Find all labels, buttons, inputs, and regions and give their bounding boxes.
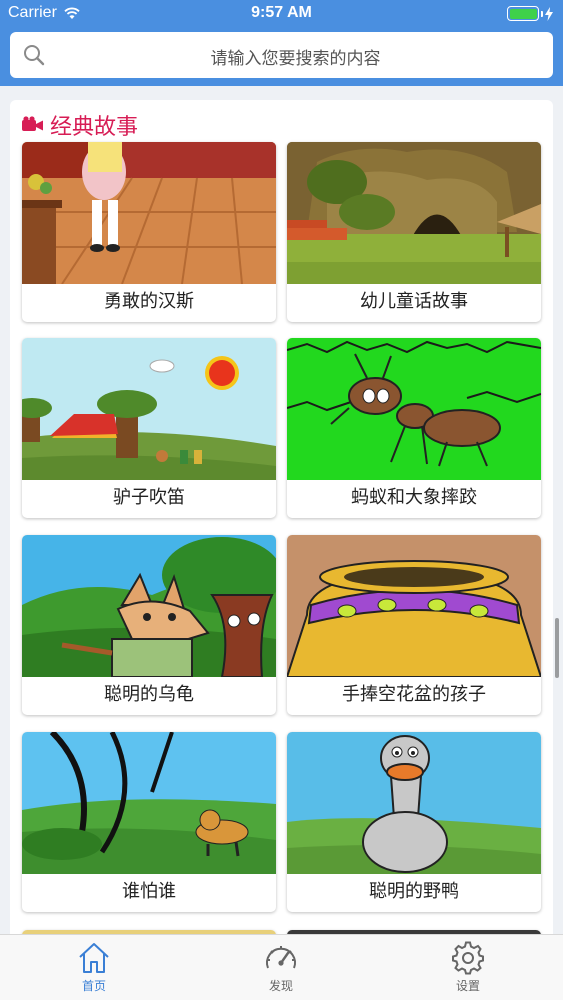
tab-settings[interactable]: 设置 [408, 941, 528, 999]
tab-label: 首页 [81, 979, 106, 993]
tab-discover[interactable]: 发现 [221, 941, 341, 999]
story-thumbnail [287, 142, 541, 284]
story-title: 手捧空花盆的孩子 [342, 684, 486, 705]
tab-label: 发现 [268, 979, 293, 993]
search-input[interactable]: 请输入您要搜索的内容 [58, 44, 533, 69]
classic-stories-section: 经典故事 勇敢的汉斯 幼儿童话故事 驴子吹笛 蚂蚁和大象摔跤 聪明的乌龟 手捧空… [10, 100, 553, 934]
video-camera-icon [22, 116, 43, 131]
gear-icon [452, 941, 484, 975]
story-title: 聪明的乌龟 [104, 684, 194, 705]
content-area[interactable]: 经典故事 勇敢的汉斯 幼儿童话故事 驴子吹笛 蚂蚁和大象摔跤 聪明的乌龟 手捧空… [0, 86, 563, 934]
story-tile[interactable]: 聪明的乌龟 [22, 535, 276, 715]
story-tile[interactable]: 蚂蚁和大象摔跤 [287, 338, 541, 518]
search-icon [24, 45, 45, 66]
story-thumbnail [22, 338, 276, 480]
home-icon [79, 943, 109, 973]
tab-label: 设置 [455, 979, 480, 993]
story-tile[interactable]: 勇敢的汉斯 [22, 142, 276, 322]
story-thumbnail [287, 732, 541, 874]
story-title: 谁怕谁 [122, 881, 176, 902]
story-title: 蚂蚁和大象摔跤 [351, 487, 477, 508]
story-thumbnail [22, 535, 276, 677]
section-header: 经典故事 [22, 110, 138, 140]
story-title: 勇敢的汉斯 [104, 291, 194, 312]
story-tile[interactable]: 驴子吹笛 [22, 338, 276, 518]
story-title: 驴子吹笛 [113, 487, 185, 508]
story-title: 聪明的野鸭 [369, 881, 459, 902]
status-time: 9:57 AM [251, 4, 312, 21]
tab-home[interactable]: 首页 [34, 941, 154, 999]
battery-icon [507, 6, 553, 21]
search-bar[interactable]: 请输入您要搜索的内容 [10, 32, 553, 78]
tab-bar: 首页 发现 设置 [0, 934, 563, 1000]
story-title: 幼儿童话故事 [360, 291, 468, 312]
status-bar: Carrier 9:57 AM [0, 0, 563, 28]
story-tile[interactable]: 谁怕谁 [22, 732, 276, 912]
section-title: 经典故事 [50, 115, 139, 140]
story-thumbnail [22, 732, 276, 874]
charging-icon [545, 6, 553, 21]
story-tile[interactable]: 幼儿童话故事 [287, 142, 541, 322]
story-tile[interactable]: 手捧空花盆的孩子 [287, 535, 541, 715]
story-thumbnail [22, 142, 276, 284]
scroll-indicator[interactable] [555, 618, 559, 678]
story-thumbnail [287, 338, 541, 480]
speedometer-icon [266, 946, 296, 969]
story-thumbnail [287, 535, 541, 677]
story-tile[interactable]: 聪明的野鸭 [287, 732, 541, 912]
